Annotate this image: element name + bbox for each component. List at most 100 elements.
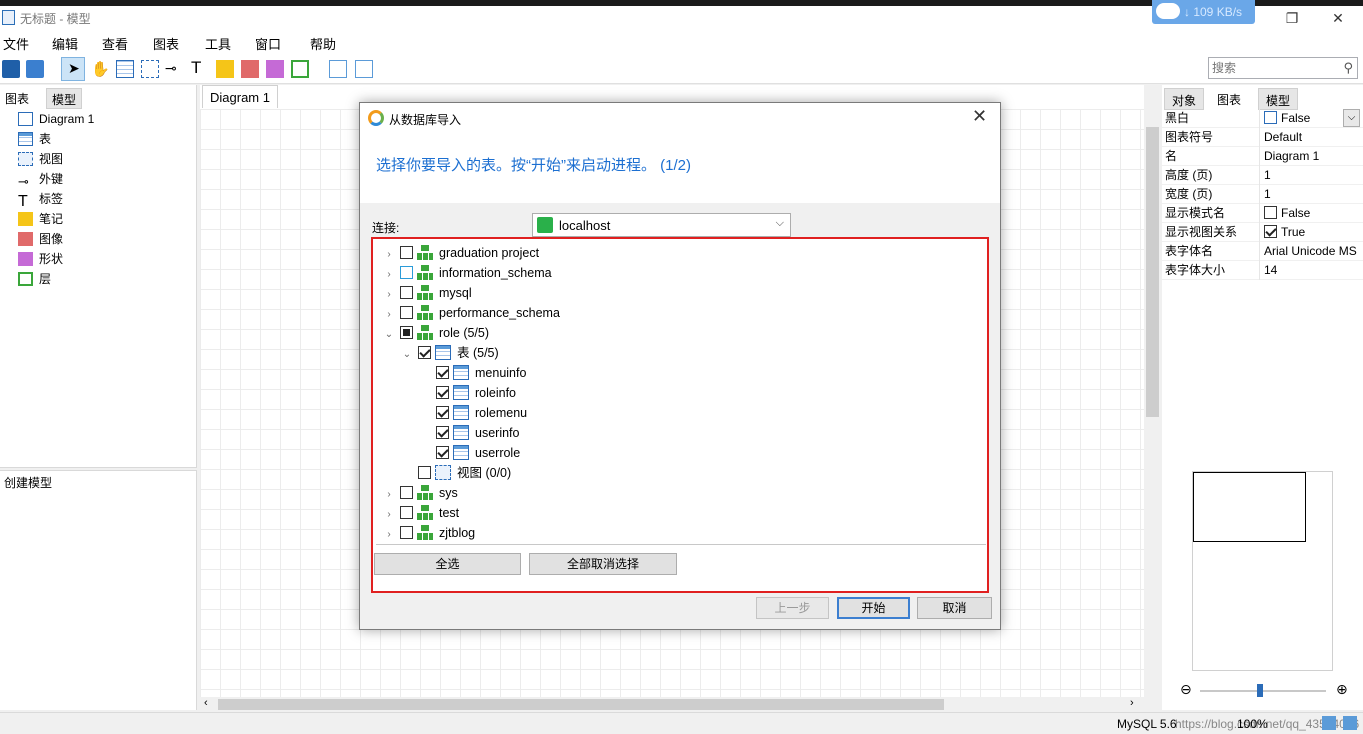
prev-button[interactable]: 上一步 (756, 597, 829, 619)
checkbox[interactable] (418, 346, 431, 359)
image-icon[interactable] (241, 60, 259, 78)
menu-view[interactable]: 查看 (102, 34, 128, 53)
property-value[interactable]: 1 (1264, 166, 1271, 185)
layout-icon[interactable] (1322, 716, 1336, 730)
hand-icon[interactable]: ✋ (91, 60, 110, 78)
property-row[interactable]: 高度 (页) 1 (1162, 166, 1363, 185)
scroll-thumb[interactable] (1146, 127, 1159, 417)
shape-icon[interactable] (266, 60, 284, 78)
tree-node[interactable]: › mysql (382, 283, 472, 303)
layout-icon[interactable] (1343, 716, 1357, 730)
zoom-slider[interactable]: ⊖ ⊕ (1174, 681, 1359, 701)
zoom-track[interactable] (1200, 690, 1326, 692)
scroll-thumb[interactable] (218, 699, 944, 710)
start-button[interactable]: 开始 (837, 597, 910, 619)
auto-layout-icon[interactable] (329, 60, 347, 78)
checkbox[interactable] (436, 406, 449, 419)
checkbox[interactable] (400, 286, 413, 299)
left-item-foreign-key[interactable]: ⊸ 外键 (18, 169, 63, 189)
property-value[interactable]: Arial Unicode MS (1264, 242, 1357, 261)
tree-node[interactable]: › sys (382, 483, 458, 503)
diagram-preview[interactable] (1192, 471, 1333, 671)
tree-node[interactable]: roleinfo (418, 383, 516, 403)
left-item-diagram[interactable]: Diagram 1 (18, 109, 94, 129)
checkbox[interactable] (1264, 206, 1277, 219)
note-icon[interactable] (216, 60, 234, 78)
tree-node[interactable]: › zjtblog (382, 523, 475, 543)
tree-node[interactable]: rolemenu (418, 403, 527, 423)
tree-node[interactable]: › test (382, 503, 459, 523)
view-icon[interactable] (141, 60, 159, 78)
restore-icon[interactable]: ❐ (1277, 8, 1307, 28)
property-value[interactable]: True (1264, 223, 1305, 242)
checkbox[interactable] (400, 326, 413, 339)
tree-node[interactable]: menuinfo (418, 363, 526, 383)
tab-model[interactable]: 模型 (46, 88, 83, 109)
checkbox[interactable] (1264, 111, 1277, 124)
scroll-right-icon[interactable]: › (1130, 697, 1134, 709)
preview-viewport[interactable] (1193, 472, 1306, 542)
tree-node[interactable]: ⌄ 表 (5/5) (400, 343, 499, 363)
left-item-note[interactable]: 笔记 (18, 209, 63, 229)
tab-object[interactable]: 对象 (1164, 88, 1205, 110)
left-item-image[interactable]: 图像 (18, 229, 63, 249)
chevron-down-icon[interactable]: ⌵ (776, 217, 784, 230)
property-row[interactable]: 表字体大小 14 (1162, 261, 1363, 280)
checkbox[interactable] (1264, 225, 1277, 238)
left-item-table[interactable]: 表 (18, 129, 51, 149)
chevron-right-icon[interactable]: › (382, 285, 396, 305)
menu-edit[interactable]: 编辑 (52, 34, 78, 53)
select-all-button[interactable]: 全选 (374, 553, 521, 575)
checkbox[interactable] (436, 446, 449, 459)
tab-diagram-1[interactable]: Diagram 1 (202, 85, 278, 108)
chevron-right-icon[interactable]: › (382, 245, 396, 265)
pointer-icon[interactable]: ➤ (61, 57, 85, 81)
cancel-button[interactable]: 取消 (917, 597, 992, 619)
checkbox[interactable] (436, 386, 449, 399)
zoom-handle[interactable] (1257, 684, 1263, 697)
zoom-in-icon[interactable]: ⊕ (1336, 681, 1348, 698)
tree-node[interactable]: ⌄ role (5/5) (382, 323, 489, 343)
chevron-down-icon[interactable]: ⌄ (382, 325, 396, 345)
menu-tools[interactable]: 工具 (205, 34, 231, 53)
checkbox[interactable] (436, 366, 449, 379)
tree-node[interactable]: userrole (418, 443, 520, 463)
connection-select[interactable]: localhost ⌵ (532, 213, 791, 237)
search-input[interactable] (1209, 58, 1337, 78)
menu-file[interactable]: 文件 (3, 34, 29, 53)
property-row[interactable]: 宽度 (页) 1 (1162, 185, 1363, 204)
property-value[interactable]: 1 (1264, 185, 1271, 204)
tree-node[interactable]: › graduation project (382, 243, 539, 263)
menu-help[interactable]: 帮助 (310, 34, 336, 53)
tree-node[interactable]: userinfo (418, 423, 519, 443)
menu-diagram[interactable]: 图表 (153, 34, 179, 53)
chevron-down-icon[interactable]: ⌄ (400, 345, 414, 365)
search-icon[interactable]: ⚲ (1343, 60, 1353, 76)
search-box[interactable]: ⚲ (1208, 57, 1358, 79)
tree-node[interactable]: › performance_schema (382, 303, 560, 323)
close-icon[interactable]: ✕ (972, 106, 987, 127)
checkbox[interactable] (436, 426, 449, 439)
zoom-fit-icon[interactable] (355, 60, 373, 78)
property-value[interactable]: Diagram 1 (1264, 147, 1319, 166)
chevron-right-icon[interactable]: › (382, 265, 396, 285)
label-icon[interactable]: T (191, 59, 209, 78)
table-icon[interactable] (116, 60, 134, 78)
property-value[interactable]: 14 (1264, 261, 1277, 280)
checkbox[interactable] (400, 526, 413, 539)
foreign-key-icon[interactable]: ⊸ (165, 60, 183, 78)
deselect-all-button[interactable]: 全部取消选择 (529, 553, 677, 575)
tab-model[interactable]: 模型 (1258, 88, 1299, 110)
save-icon[interactable] (2, 60, 20, 78)
property-row[interactable]: 显示模式名 False (1162, 204, 1363, 223)
chevron-down-icon[interactable]: ⌵ (1343, 109, 1360, 127)
tab-diagram[interactable]: 图表 (1210, 88, 1249, 110)
panel-splitter[interactable] (0, 467, 197, 471)
tab-diagram[interactable]: 图表 (0, 88, 35, 109)
property-value[interactable]: False (1264, 109, 1310, 128)
checkbox[interactable] (418, 466, 431, 479)
tree-node[interactable]: › information_schema (382, 263, 552, 283)
menu-window[interactable]: 窗口 (255, 34, 281, 53)
property-value[interactable]: Default (1264, 128, 1302, 147)
property-row[interactable]: 名 Diagram 1 (1162, 147, 1363, 166)
